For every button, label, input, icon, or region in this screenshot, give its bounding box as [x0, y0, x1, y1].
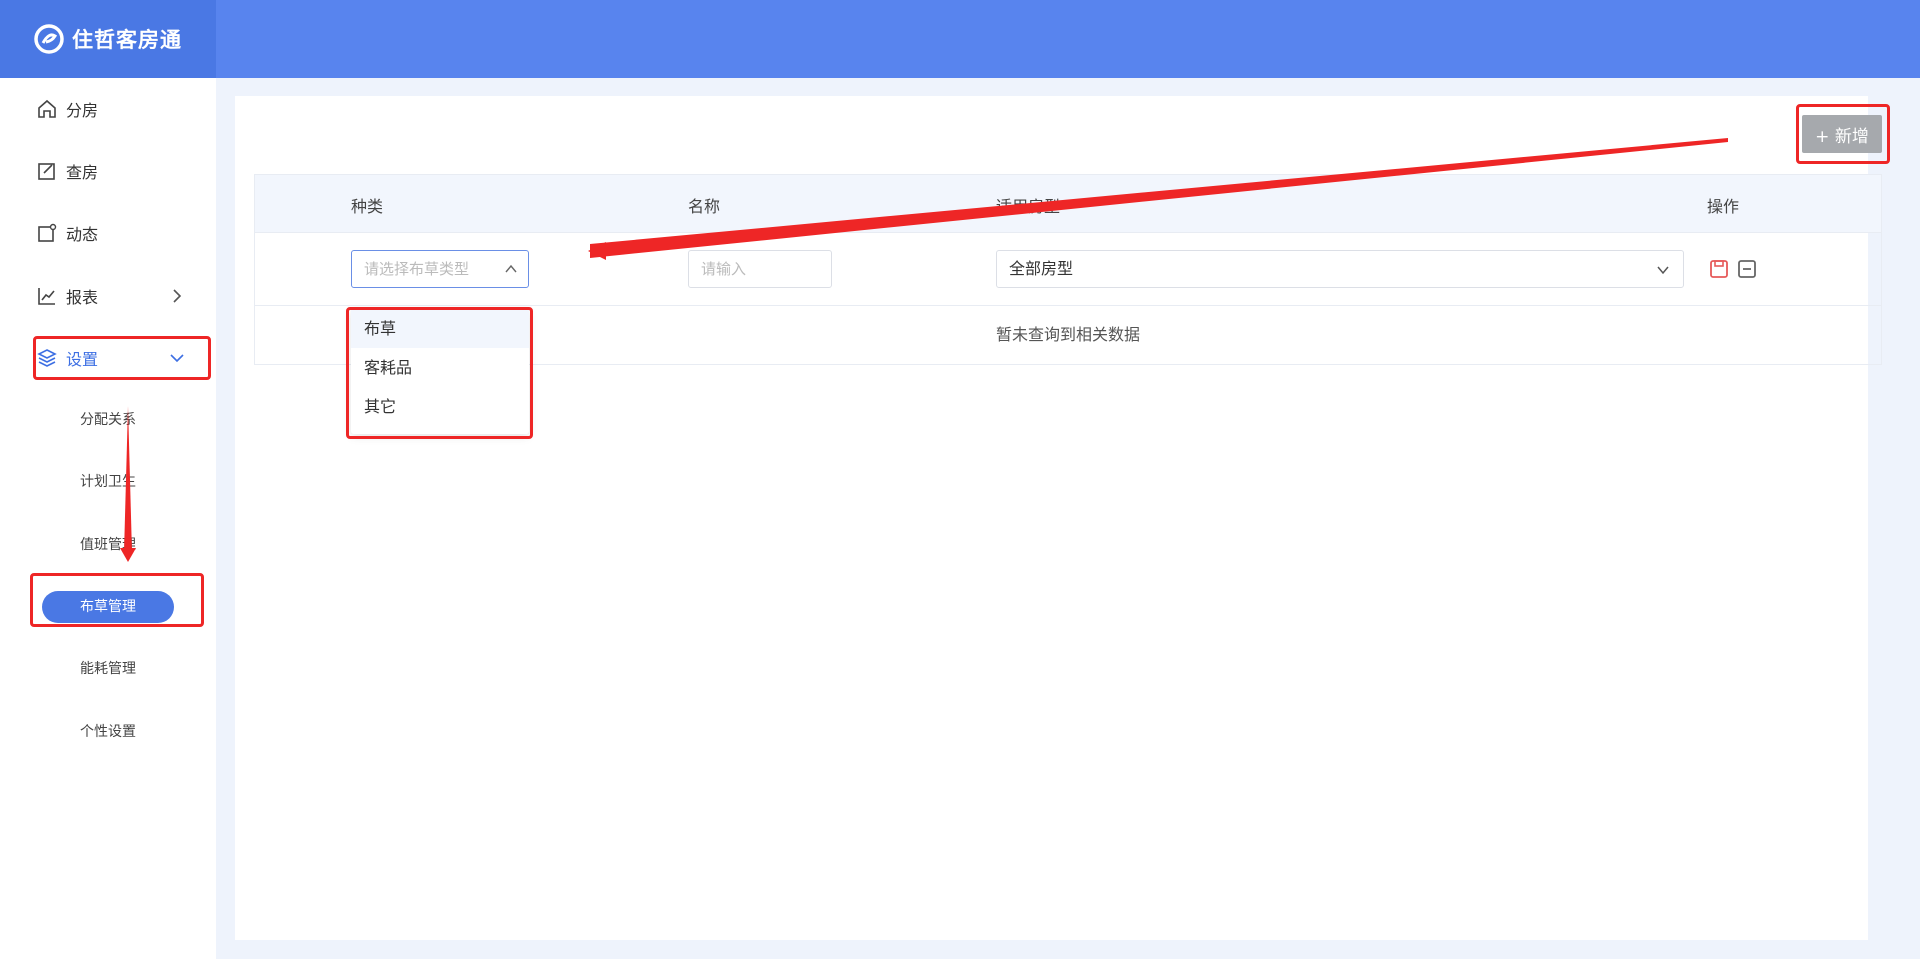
- type-select-placeholder: 请选择布草类型: [364, 260, 470, 278]
- header-name: 名称: [688, 197, 721, 216]
- name-input[interactable]: 请输入: [688, 250, 832, 288]
- sidebar-subitem-nenghao[interactable]: 能耗管理: [42, 653, 174, 685]
- type-select[interactable]: 请选择布草类型: [351, 250, 529, 288]
- sidebar-item-label: 报表: [66, 288, 99, 307]
- chevron-right-icon: [173, 289, 182, 303]
- sidebar-item-chafang[interactable]: 查房: [36, 156, 192, 186]
- header-type: 种类: [351, 197, 384, 216]
- sidebar-subitem-fenpei[interactable]: 分配关系: [42, 404, 174, 436]
- sidebar: 分房 查房 动态 报表 设置 分配关系 计划卫生 值班管理 布草管理 能耗管理 …: [0, 78, 216, 959]
- sidebar-subitem-zhiban[interactable]: 值班管理: [42, 529, 174, 561]
- sidebar-item-fenfang[interactable]: 分房: [36, 94, 192, 124]
- highlight-box-settings: [33, 336, 211, 380]
- sidebar-item-label: 动态: [66, 225, 99, 244]
- header-room-type: 适用房型: [996, 197, 1061, 216]
- edit-icon: [38, 163, 55, 180]
- sidebar-subitem-gexing[interactable]: 个性设置: [42, 716, 174, 748]
- room-type-value: 全部房型: [1009, 259, 1074, 278]
- header-action: 操作: [1707, 197, 1740, 216]
- highlight-box-linen: [30, 573, 204, 627]
- room-type-select[interactable]: 全部房型: [996, 250, 1684, 288]
- remove-icon[interactable]: [1737, 259, 1757, 279]
- table-header: 种类 名称 适用房型 操作: [255, 175, 1881, 233]
- chevron-up-icon: [505, 264, 517, 273]
- app-title: 住哲客房通: [72, 28, 182, 52]
- app-logo: 住哲客房通: [0, 0, 216, 78]
- home-icon: [38, 99, 56, 118]
- notification-icon: [38, 223, 57, 242]
- sidebar-subitem-jihua[interactable]: 计划卫生: [42, 466, 174, 498]
- top-bar: [0, 0, 1920, 78]
- highlight-box-dropdown: [346, 307, 533, 439]
- sidebar-item-label: 查房: [66, 163, 99, 182]
- table-row: 请选择布草类型 请输入 全部房型: [255, 233, 1881, 306]
- sidebar-item-dongtai[interactable]: 动态: [36, 218, 192, 248]
- save-icon[interactable]: [1709, 259, 1729, 279]
- chart-icon: [38, 288, 55, 305]
- highlight-box-add: [1796, 104, 1890, 164]
- sidebar-item-baobiao[interactable]: 报表: [36, 281, 192, 311]
- name-input-placeholder: 请输入: [701, 260, 747, 278]
- logo-icon: [34, 24, 64, 54]
- chevron-down-icon: [1657, 266, 1669, 275]
- sidebar-item-label: 分房: [66, 101, 99, 120]
